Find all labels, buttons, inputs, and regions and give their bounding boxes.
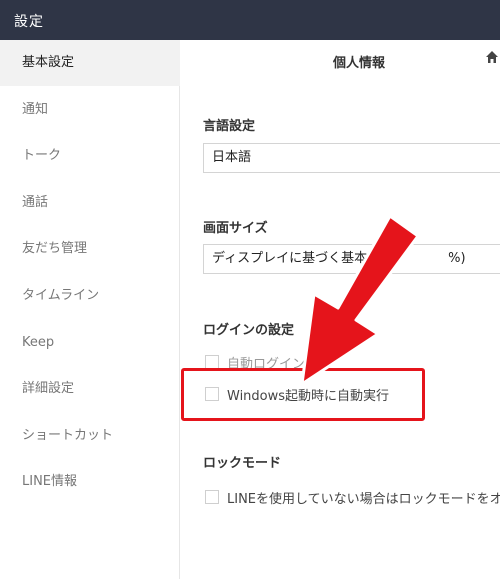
red-arrow-icon — [300, 214, 420, 386]
language-select[interactable]: 日本語 — [203, 143, 500, 173]
lock-mode-text: LINEを使用していない場合はロックモードをオン — [227, 491, 500, 507]
auto-login-checkbox[interactable] — [205, 355, 219, 369]
language-value: 日本語 — [212, 150, 252, 165]
sidebar-item-basic[interactable]: 基本設定 — [0, 40, 180, 86]
window-title: 設定 — [14, 14, 44, 30]
screen-size-value-tail: %) — [448, 251, 466, 266]
sidebar-item-calls[interactable]: 通話 — [0, 180, 180, 226]
sidebar-item-talk[interactable]: トーク — [0, 133, 180, 179]
sidebar-item-shortcuts[interactable]: ショートカット — [0, 413, 180, 459]
panel-title: 個人情報 — [333, 56, 386, 71]
sidebar-item-line-info[interactable]: LINE情報 — [0, 459, 180, 505]
lock-mode-checkbox[interactable] — [205, 490, 219, 504]
sidebar-item-keep[interactable]: Keep — [0, 320, 180, 366]
sidebar-item-advanced[interactable]: 詳細設定 — [0, 366, 180, 412]
settings-sidebar: 基本設定 通知 トーク 通話 友だち管理 タイムライン Keep 詳細設定 ショ… — [0, 40, 180, 579]
sidebar-item-friends[interactable]: 友だち管理 — [0, 226, 180, 272]
home-icon[interactable] — [485, 50, 499, 64]
sidebar-item-notifications[interactable]: 通知 — [0, 87, 180, 133]
sidebar-item-timeline[interactable]: タイムライン — [0, 273, 180, 319]
screen-size-label: 画面サイズ — [203, 221, 268, 236]
lock-mode-option[interactable]: LINEを使用していない場合はロックモードをオン — [205, 488, 500, 507]
title-bar: 設定 — [0, 0, 500, 40]
language-label: 言語設定 — [203, 119, 256, 134]
lock-mode-label: ロックモード — [203, 456, 282, 471]
